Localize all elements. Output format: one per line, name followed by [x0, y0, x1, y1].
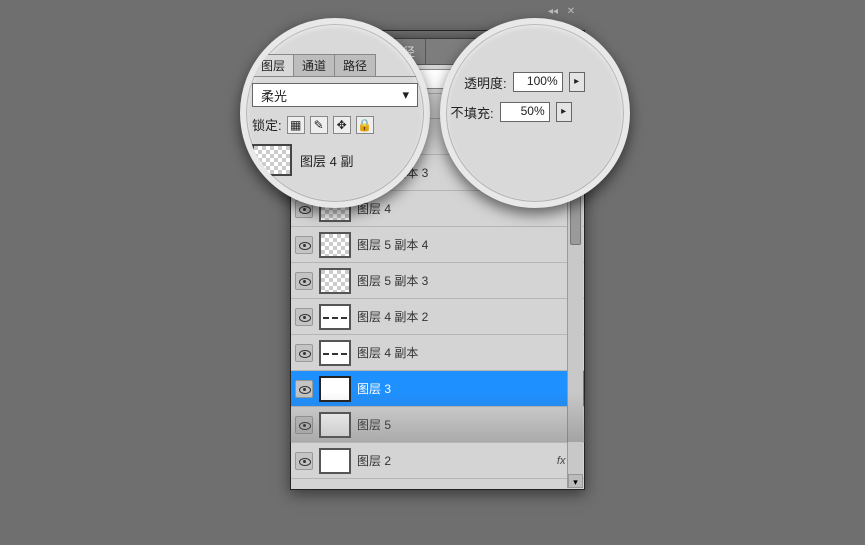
layer-name[interactable]: 图层 5 副本 4	[357, 236, 580, 253]
visibility-eye-icon[interactable]	[295, 308, 313, 326]
lens-blend-select[interactable]: 柔光 ▾	[252, 83, 418, 107]
lens-tab-channels[interactable]: 通道	[293, 54, 335, 76]
lens-opacity-label: 透明度:	[464, 73, 507, 92]
layer-row[interactable]: 图层 4 副本 2	[291, 299, 584, 335]
layer-name[interactable]: 图层 4 副本 2	[357, 308, 580, 325]
panel-reflection	[290, 392, 585, 442]
layer-row[interactable]: 图层 5 副本 3	[291, 263, 584, 299]
lens-opacity-value[interactable]: 100%	[513, 72, 563, 92]
layer-thumbnail[interactable]	[319, 340, 351, 366]
layer-row[interactable]: 图层 5 副本 4	[291, 227, 584, 263]
lens-blend-value: 柔光	[261, 86, 287, 105]
layer-name[interactable]: 图层 2	[357, 452, 551, 469]
magnifier-left: 图层 通道 路径 柔光 ▾ 锁定: ▦ ✎ ✥ 🔒 图层 4 副	[240, 18, 430, 208]
layer-thumbnail[interactable]	[319, 304, 351, 330]
lens-layer-thumb[interactable]	[252, 144, 292, 176]
lens-layer-name: 图层 4 副	[300, 151, 353, 170]
layer-thumbnail[interactable]	[319, 268, 351, 294]
scroll-down-icon[interactable]: ▾	[568, 474, 583, 488]
visibility-eye-icon[interactable]	[295, 344, 313, 362]
lens-lock-all-icon[interactable]: 🔒	[356, 116, 374, 134]
chevron-down-icon: ▾	[402, 87, 409, 103]
visibility-eye-icon[interactable]	[295, 272, 313, 290]
collapse-icon[interactable]: ◂◂	[546, 5, 560, 19]
layer-thumbnail[interactable]	[319, 448, 351, 474]
layer-row[interactable]: 图层 2fx▾	[291, 443, 584, 479]
lens-lock-transparency-icon[interactable]: ▦	[287, 116, 305, 134]
visibility-eye-icon[interactable]	[295, 452, 313, 470]
visibility-eye-icon[interactable]	[295, 236, 313, 254]
lens-lock-label: 锁定:	[252, 115, 282, 134]
lens-lock-pixels-icon[interactable]: ✎	[310, 116, 328, 134]
layer-thumbnail[interactable]	[319, 232, 351, 258]
magnifier-right: 不 透明度: 100% ▸ 填充: 50% ▸	[440, 18, 630, 208]
layer-row[interactable]: 图层 4 副本	[291, 335, 584, 371]
lens-opacity-stepper[interactable]: ▸	[569, 72, 585, 92]
unify-toggle[interactable]: 不	[444, 102, 470, 121]
lens-lock-position-icon[interactable]: ✥	[333, 116, 351, 134]
lens-tab-layers[interactable]: 图层	[252, 54, 294, 76]
layer-name[interactable]: 图层 4 副本	[357, 344, 580, 361]
close-icon[interactable]: ✕	[564, 5, 578, 19]
layer-name[interactable]: 图层 5 副本 3	[357, 272, 580, 289]
lens-fill-stepper[interactable]: ▸	[556, 102, 572, 122]
fx-badge[interactable]: fx	[557, 455, 566, 467]
lens-fill-value[interactable]: 50%	[500, 102, 550, 122]
lens-tab-paths[interactable]: 路径	[334, 54, 376, 76]
